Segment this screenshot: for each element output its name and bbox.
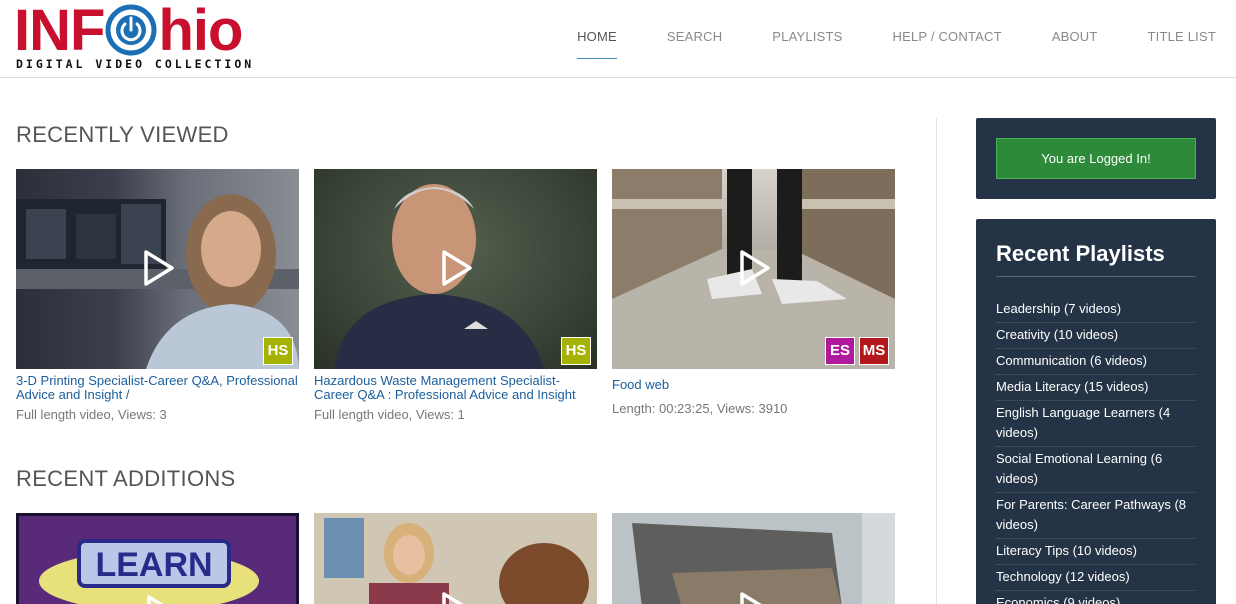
grade-badge-es: ES (825, 337, 855, 365)
grade-badge-hs: HS (263, 337, 293, 365)
site-header: INF hio DIGITAL VIDEO COLLECTION HOME SEA… (0, 0, 1236, 78)
main-nav: HOME SEARCH PLAYLISTS HELP / CONTACT ABO… (527, 29, 1216, 59)
nav-help-contact[interactable]: HELP / CONTACT (893, 29, 1002, 49)
grade-badges: ES MS (825, 337, 889, 365)
content-divider (936, 118, 937, 604)
play-icon[interactable] (441, 249, 473, 287)
playlist-list: Leadership (7 videos) Creativity (10 vid… (996, 297, 1196, 604)
logo-wordmark: INF hio (14, 0, 243, 63)
grade-badges: HS (561, 337, 591, 365)
video-card (314, 513, 597, 604)
playlist-item-leadership[interactable]: Leadership (7 videos) (996, 297, 1196, 323)
power-icon (105, 4, 157, 56)
recent-additions-heading: RECENT ADDITIONS (16, 466, 236, 491)
video-card: ES MS Food web Length: 00:23:25, Views: … (612, 169, 895, 416)
thumbnail-scene: LEARN (39, 539, 259, 604)
video-card: HS Hazardous Waste Management Specialist… (314, 169, 597, 422)
video-meta: Full length video, Views: 3 (16, 407, 167, 422)
nav-search[interactable]: SEARCH (667, 29, 722, 49)
play-icon[interactable] (739, 249, 771, 287)
main-content: RECENTLY VIEWED HS 3-D Printing Speciali… (16, 78, 916, 604)
nav-about[interactable]: ABOUT (1052, 29, 1098, 49)
video-meta: Full length video, Views: 1 (314, 407, 465, 422)
playlist-item-media-literacy[interactable]: Media Literacy (15 videos) (996, 375, 1196, 401)
video-thumbnail[interactable]: ES MS (612, 169, 895, 369)
playlist-item-sel[interactable]: Social Emotional Learning (6 videos) (996, 447, 1196, 493)
logo-subtitle: DIGITAL VIDEO COLLECTION (16, 57, 255, 71)
video-card (612, 513, 895, 604)
nav-home[interactable]: HOME (577, 29, 617, 59)
video-thumbnail[interactable]: LEARN (16, 513, 299, 604)
playlist-item-economics[interactable]: Economics (9 videos) (996, 591, 1196, 604)
playlist-item-career-pathways[interactable]: For Parents: Career Pathways (8 videos) (996, 493, 1196, 539)
svg-text:LEARN: LEARN (95, 546, 212, 584)
grade-badge-hs: HS (561, 337, 591, 365)
recently-viewed-heading: RECENTLY VIEWED (16, 122, 229, 147)
video-meta: Length: 00:23:25, Views: 3910 (612, 401, 788, 416)
grade-badges: HS (263, 337, 293, 365)
playlist-item-literacy-tips[interactable]: Literacy Tips (10 videos) (996, 539, 1196, 565)
playlist-item-ell[interactable]: English Language Learners (4 videos) (996, 401, 1196, 447)
video-thumbnail[interactable]: HS (16, 169, 299, 369)
grade-badge-ms: MS (859, 337, 889, 365)
video-thumbnail[interactable]: HS (314, 169, 597, 369)
video-card: HS 3-D Printing Specialist-Career Q&A, P… (16, 169, 299, 422)
nav-title-list[interactable]: TITLE LIST (1148, 29, 1216, 49)
video-card: LEARN (16, 513, 299, 604)
video-title-link[interactable]: 3-D Printing Specialist-Career Q&A, Prof… (16, 374, 299, 402)
title-divider (996, 276, 1196, 277)
play-icon[interactable] (146, 594, 178, 604)
recent-playlists-panel: Recent Playlists Leadership (7 videos) C… (976, 219, 1216, 604)
play-icon[interactable] (441, 591, 473, 604)
playlist-item-technology[interactable]: Technology (12 videos) (996, 565, 1196, 591)
playlist-item-communication[interactable]: Communication (6 videos) (996, 349, 1196, 375)
nav-playlists[interactable]: PLAYLISTS (772, 29, 842, 49)
video-title-link[interactable]: Hazardous Waste Management Specialist-Ca… (314, 374, 597, 402)
video-title-link[interactable]: Food web (612, 378, 895, 392)
recent-playlists-title: Recent Playlists (996, 241, 1165, 266)
infohio-logo[interactable]: INF hio DIGITAL VIDEO COLLECTION (14, 0, 284, 74)
playlist-item-creativity[interactable]: Creativity (10 videos) (996, 323, 1196, 349)
logged-in-button[interactable]: You are Logged In! (996, 138, 1196, 179)
play-icon[interactable] (739, 591, 771, 604)
video-thumbnail[interactable] (314, 513, 597, 604)
login-status-panel: You are Logged In! (976, 118, 1216, 199)
play-icon[interactable] (143, 249, 175, 287)
video-thumbnail[interactable] (612, 513, 895, 604)
